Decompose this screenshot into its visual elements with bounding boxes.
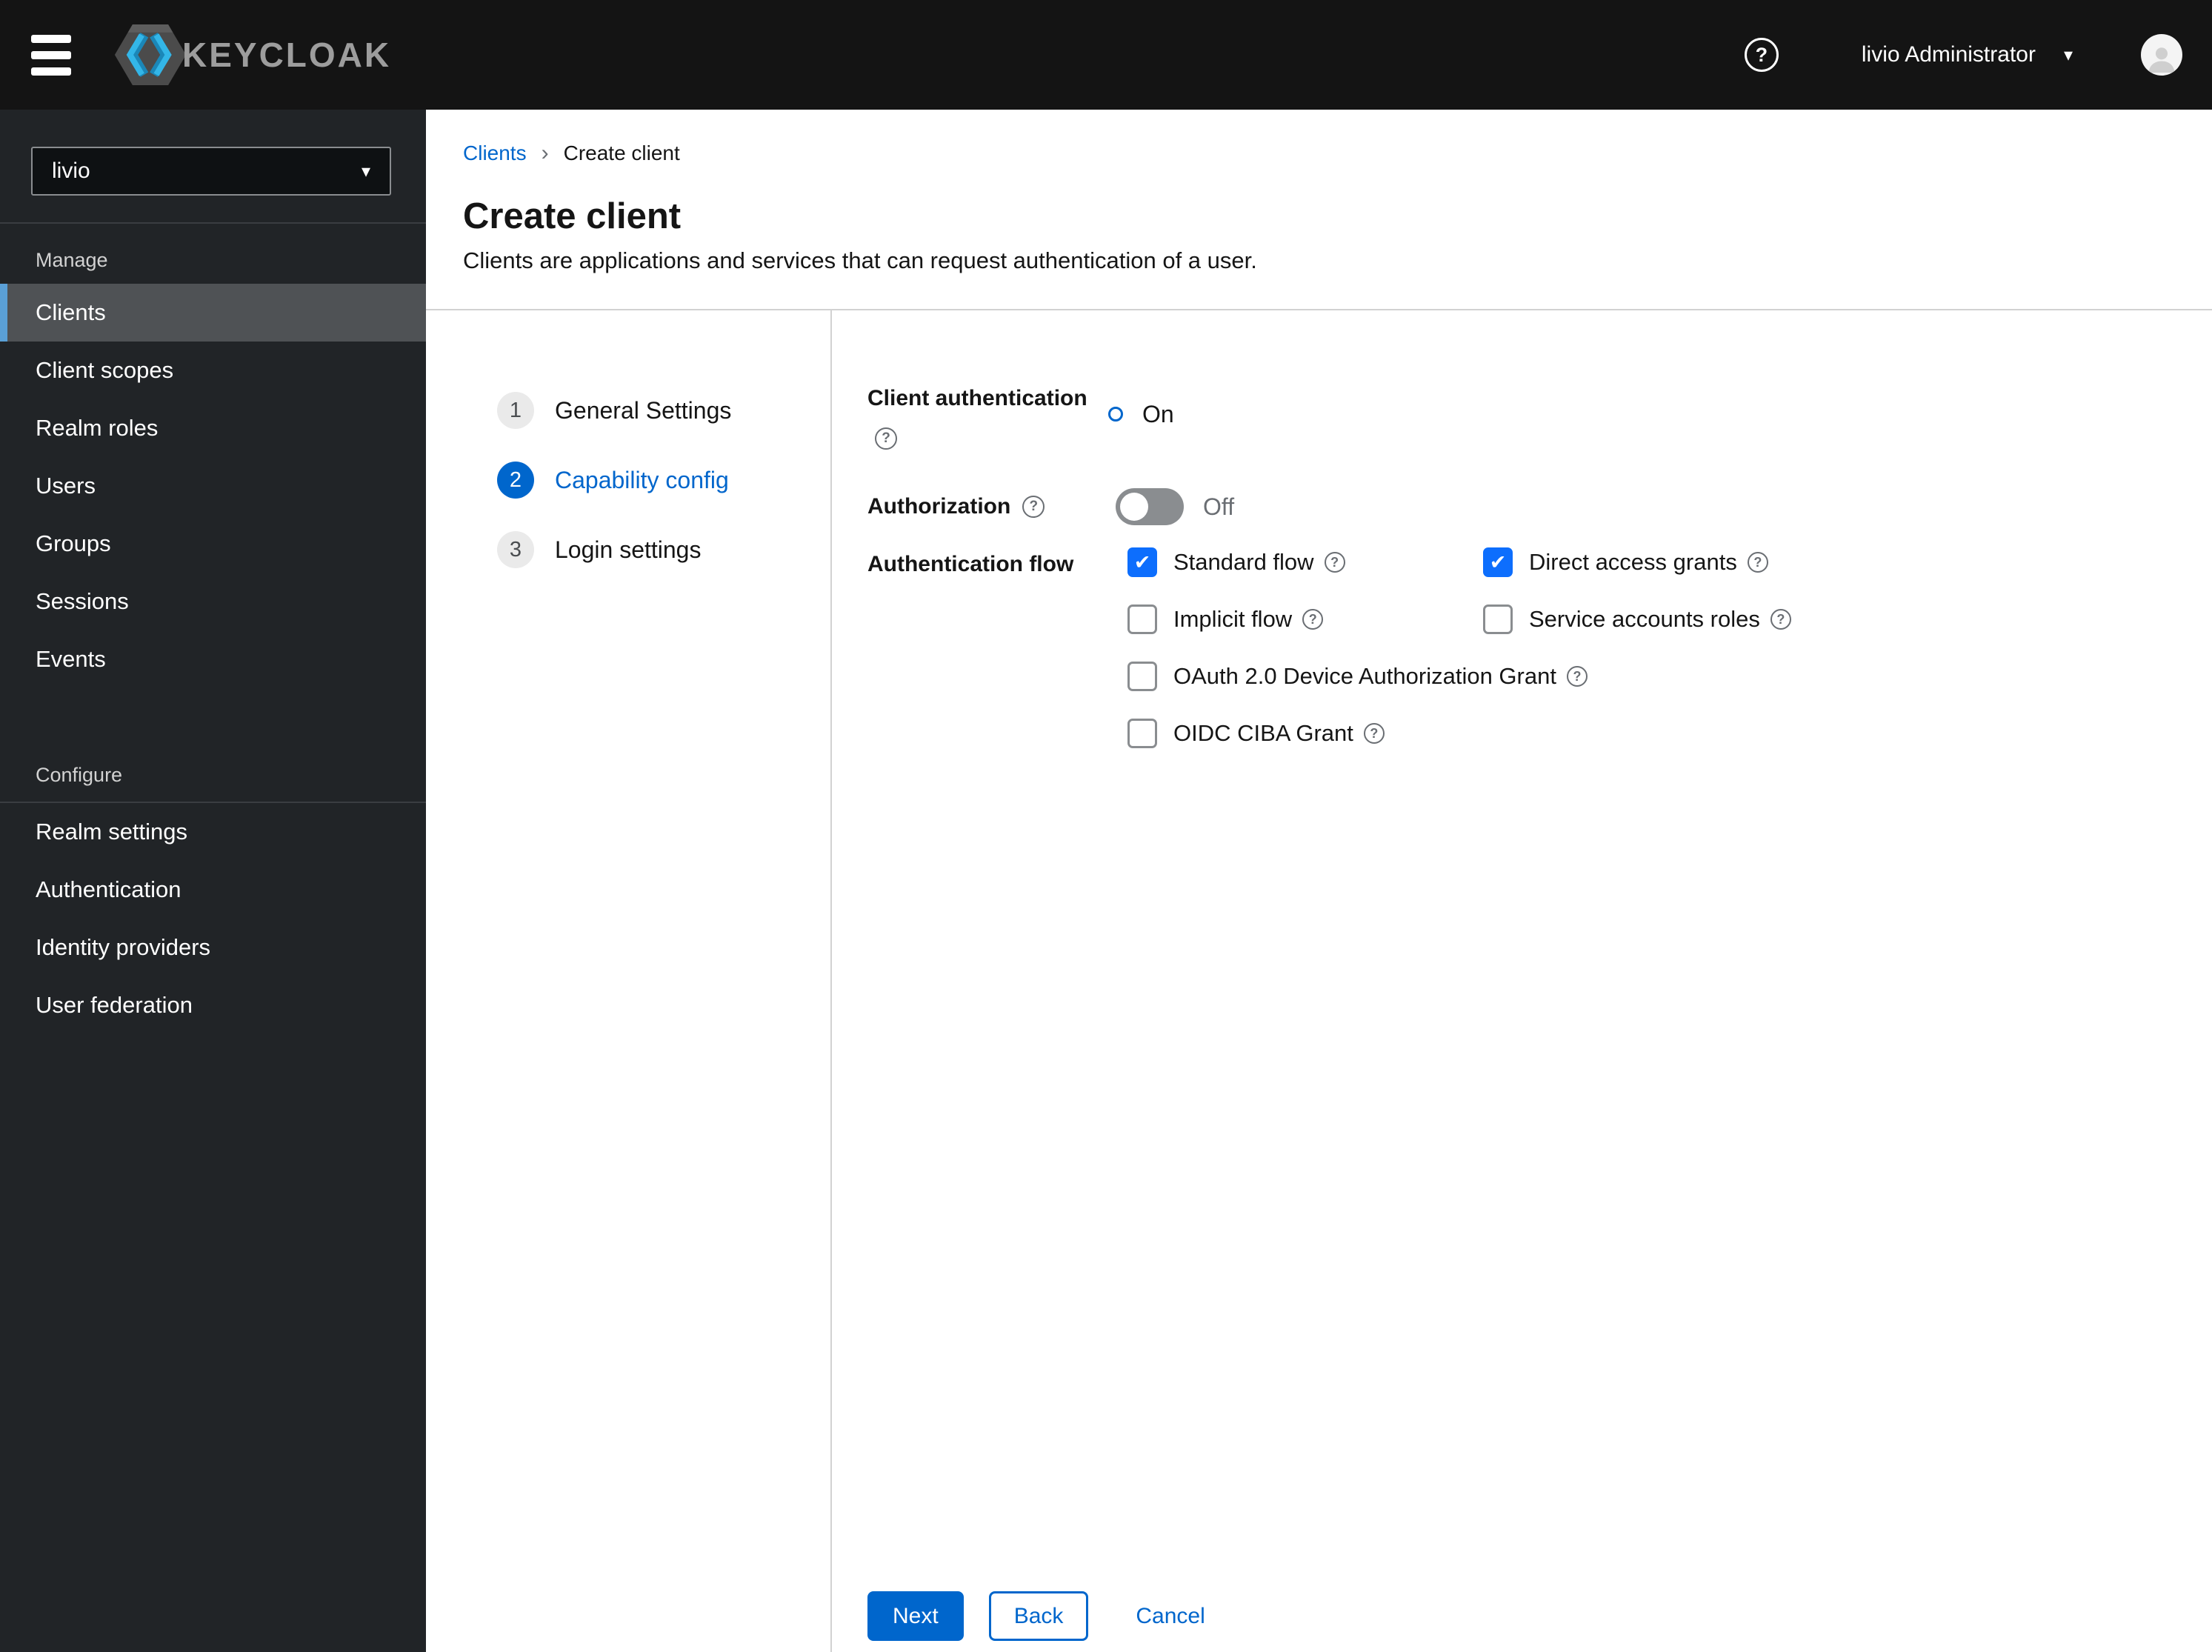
step-label: Login settings [555, 536, 702, 563]
breadcrumb-link-clients[interactable]: Clients [463, 141, 527, 165]
help-icon[interactable] [1744, 38, 1779, 72]
direct-access-grants-checkbox[interactable] [1483, 547, 1513, 577]
keycloak-admin-console: KEYCLOAK livio Administrator livio Manag… [0, 0, 2212, 1652]
sidebar-item-client-scopes[interactable]: Client scopes [0, 342, 426, 399]
nav-section-title-configure: Configure [36, 764, 123, 786]
sidebar-item-realm-settings[interactable]: Realm settings [0, 803, 426, 861]
authorization-label-col: Authorization [867, 493, 1116, 521]
service-accounts-roles-help-icon[interactable] [1770, 609, 1791, 630]
toggle-focus-ring [1083, 407, 1123, 447]
sidebar-item-users[interactable]: Users [0, 457, 426, 515]
sidebar-item-authentication[interactable]: Authentication [0, 861, 426, 919]
step-number-circle: 3 [497, 531, 534, 568]
step-label: General Settings [555, 396, 732, 424]
create-client-wizard: 1 General Settings 2 Capability config 3… [426, 309, 2212, 1652]
option-implicit-flow: Implicit flow [1127, 604, 1483, 634]
service-accounts-roles-checkbox[interactable] [1483, 604, 1513, 634]
authorization-label: Authorization [867, 494, 1011, 519]
standard-flow-label[interactable]: Standard flow [1173, 549, 1314, 576]
authorization-state: Off [1203, 493, 1235, 520]
capability-config-form: Client authentication On Authorization [832, 310, 2212, 1652]
breadcrumb: Clients Create client [463, 141, 2212, 166]
sidebar-item-sessions[interactable]: Sessions [0, 573, 426, 630]
wizard-step-capability-config[interactable]: 2 Capability config [497, 462, 830, 499]
oauth-device-grant-help-icon[interactable] [1566, 666, 1588, 687]
client-authentication-label: Client authentication [867, 386, 1087, 410]
step-number-circle: 1 [497, 392, 534, 429]
wizard-step-general-settings[interactable]: 1 General Settings [497, 392, 830, 429]
user-avatar-icon [2148, 47, 2175, 73]
back-button[interactable]: Back [988, 1591, 1089, 1641]
wizard-step-login-settings[interactable]: 3 Login settings [497, 531, 830, 568]
oauth-device-grant-checkbox[interactable] [1127, 662, 1157, 691]
realm-selector[interactable]: livio [31, 147, 391, 196]
oidc-ciba-grant-checkbox[interactable] [1127, 719, 1157, 748]
brand-text: KEYCLOAK [182, 36, 392, 74]
implicit-flow-help-icon[interactable] [1302, 609, 1324, 630]
page-title: Create client [463, 196, 682, 236]
authorization-help-icon[interactable] [1022, 496, 1045, 518]
authorization-toggle[interactable] [1116, 488, 1184, 525]
client-authentication-help-icon[interactable] [875, 427, 897, 450]
chevron-down-icon [2064, 44, 2073, 66]
sidebar-item-groups[interactable]: Groups [0, 515, 426, 573]
client-authentication-row: Client authentication On [867, 379, 2212, 450]
oidc-ciba-grant-label[interactable]: OIDC CIBA Grant [1173, 720, 1353, 747]
option-standard-flow: Standard flow [1127, 547, 1483, 577]
authorization-control: Off [1116, 488, 1234, 525]
oidc-ciba-grant-help-icon[interactable] [1363, 723, 1385, 744]
authentication-flow-row: Authentication flow Standard flow Direct… [867, 547, 2212, 748]
sidebar-item-events[interactable]: Events [0, 630, 426, 688]
keycloak-hexagon-icon [114, 24, 187, 85]
direct-access-grants-help-icon[interactable] [1747, 552, 1768, 573]
cancel-button[interactable]: Cancel [1136, 1604, 1205, 1629]
option-direct-access-grants: Direct access grants [1483, 547, 1791, 577]
option-oauth-device-grant: OAuth 2.0 Device Authorization Grant [1127, 662, 1791, 691]
chevron-right-icon [542, 141, 549, 166]
header-right: livio Administrator [1744, 34, 2212, 76]
hamburger-menu-icon[interactable] [31, 34, 71, 76]
sidebar-item-identity-providers[interactable]: Identity providers [0, 919, 426, 976]
next-button[interactable]: Next [867, 1591, 964, 1641]
standard-flow-help-icon[interactable] [1324, 552, 1345, 573]
keycloak-logo[interactable]: KEYCLOAK [114, 19, 391, 90]
wizard-steps-nav: 1 General Settings 2 Capability config 3… [426, 310, 832, 1652]
sidebar-item-user-federation[interactable]: User federation [0, 976, 426, 1034]
implicit-flow-label[interactable]: Implicit flow [1173, 606, 1292, 633]
implicit-flow-checkbox[interactable] [1127, 604, 1157, 634]
option-oidc-ciba-grant: OIDC CIBA Grant [1127, 719, 1791, 748]
app-header: KEYCLOAK livio Administrator [0, 0, 2212, 110]
option-service-accounts-roles: Service accounts roles [1483, 604, 1791, 634]
client-authentication-label-col: Client authentication [867, 379, 1116, 450]
authentication-flow-label-col: Authentication flow [867, 547, 1116, 748]
client-authentication-control: On [1083, 379, 1174, 450]
sidebar-item-realm-roles[interactable]: Realm roles [0, 399, 426, 457]
step-number-circle: 2 [497, 462, 534, 499]
realm-name: livio [52, 159, 90, 183]
sidebar-nav: Manage Clients Client scopes Realm roles… [0, 222, 426, 1034]
authentication-flow-options: Standard flow Direct access grants Impli… [1127, 547, 1791, 748]
page-subtitle: Clients are applications and services th… [463, 247, 1257, 273]
user-name: livio Administrator [1861, 42, 2036, 67]
avatar[interactable] [2141, 34, 2182, 76]
breadcrumb-current: Create client [563, 141, 680, 164]
chevron-down-icon [362, 161, 370, 182]
service-accounts-roles-label[interactable]: Service accounts roles [1529, 606, 1760, 633]
nav-section-title-manage: Manage [36, 249, 108, 271]
direct-access-grants-label[interactable]: Direct access grants [1529, 549, 1737, 576]
step-label: Capability config [555, 466, 729, 493]
page-header: Clients Create client Create client Clie… [426, 110, 2212, 274]
user-menu[interactable]: livio Administrator [1862, 42, 2073, 67]
nav-gap [0, 688, 426, 737]
sidebar: livio Manage Clients Client scopes Realm… [0, 110, 426, 1652]
authorization-row: Authorization Off [867, 488, 2212, 525]
sidebar-item-clients[interactable]: Clients [0, 284, 426, 342]
authentication-flow-label: Authentication flow [867, 552, 1074, 576]
wizard-actions: Next Back Cancel [867, 1591, 1205, 1641]
standard-flow-checkbox[interactable] [1127, 547, 1157, 577]
client-authentication-state: On [1142, 400, 1174, 427]
oauth-device-grant-label[interactable]: OAuth 2.0 Device Authorization Grant [1173, 663, 1556, 690]
